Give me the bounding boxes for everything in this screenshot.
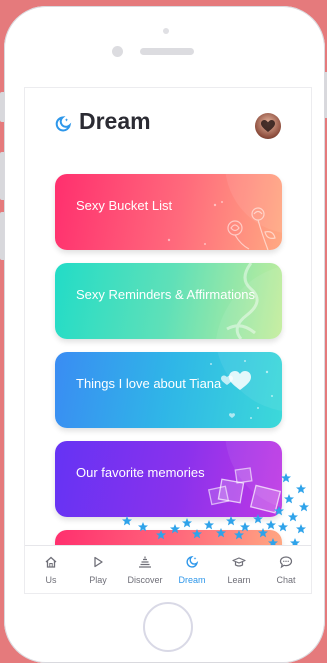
tab-label: Us	[45, 575, 57, 585]
bucket-list-card[interactable]: Sexy Bucket List	[55, 174, 282, 250]
chat-bubble-icon	[279, 556, 293, 569]
tab-dream[interactable]: Dream	[168, 546, 216, 593]
tab-chat[interactable]: Chat	[262, 546, 310, 593]
tab-learn[interactable]: Learn	[215, 546, 263, 593]
proximity-sensor	[163, 28, 169, 34]
front-camera	[112, 46, 123, 57]
tab-us[interactable]: Us	[27, 546, 75, 593]
heart-hands-icon	[261, 120, 275, 132]
play-icon	[94, 556, 103, 568]
home-icon	[45, 556, 57, 568]
volume-up-button	[0, 152, 4, 200]
tab-label: Chat	[276, 575, 296, 585]
header: Dream	[25, 88, 311, 160]
moon-icon	[55, 116, 72, 132]
tab-label: Dream	[178, 575, 206, 585]
mute-switch	[0, 92, 4, 122]
graduation-cap-icon	[232, 557, 246, 567]
tab-label: Discover	[127, 575, 163, 585]
avatar[interactable]	[255, 113, 281, 139]
app-screen: Dream Sexy Bucket List Sexy Reminders & …	[25, 88, 311, 593]
stars-decoration-icon	[122, 473, 309, 548]
discover-icon	[139, 556, 151, 568]
bottom-tab-bar: Us Play Discover Dream Learn Chat	[25, 545, 311, 593]
card-label: Sexy Reminders & Affirmations	[76, 287, 255, 302]
earpiece-speaker	[140, 48, 194, 55]
volume-down-button	[0, 212, 4, 260]
tab-label: Learn	[227, 575, 251, 585]
card-label: Sexy Bucket List	[76, 198, 173, 213]
page-title: Dream	[79, 108, 151, 134]
reminders-affirmations-card[interactable]: Sexy Reminders & Affirmations	[55, 263, 282, 339]
tab-discover[interactable]: Discover	[121, 546, 169, 593]
phone-frame: Dream Sexy Bucket List Sexy Reminders & …	[0, 6, 327, 663]
tab-label: Play	[89, 575, 107, 585]
moon-icon	[186, 556, 199, 568]
home-button[interactable]	[143, 602, 193, 652]
card-label: Things I love about Tiana	[76, 376, 222, 391]
things-i-love-card[interactable]: Things I love about Tiana	[55, 352, 282, 428]
tab-play[interactable]: Play	[74, 546, 122, 593]
